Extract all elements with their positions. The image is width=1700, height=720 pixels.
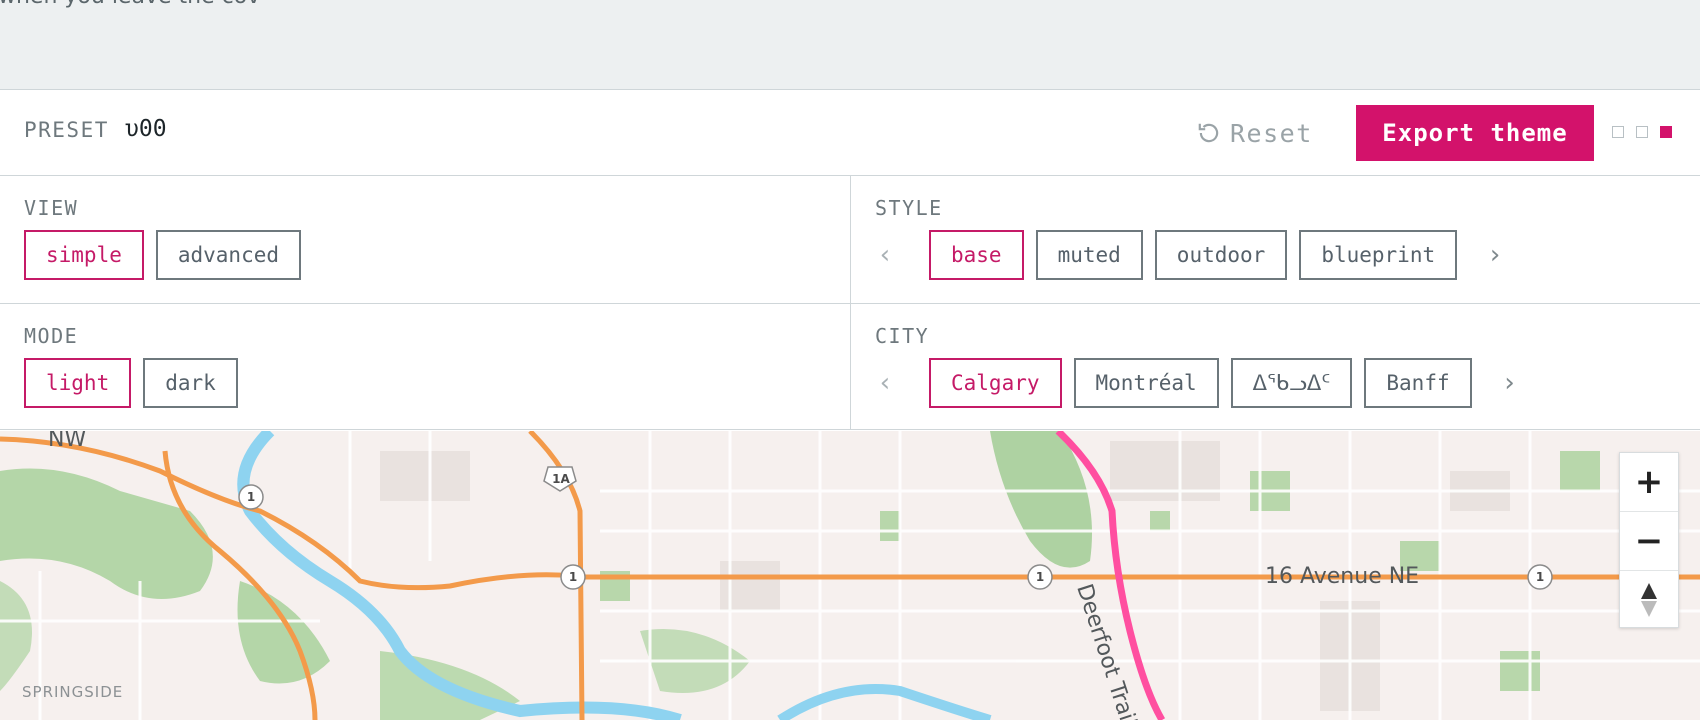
city-next-chevron-icon[interactable]: › bbox=[1490, 368, 1530, 398]
style-option-muted[interactable]: muted bbox=[1035, 230, 1143, 280]
export-theme-button[interactable]: Export theme bbox=[1356, 105, 1594, 161]
map-canvas[interactable]: 1 1A 1 1 1 NW 16 Avenue NE Deerfoot Trai… bbox=[0, 431, 1700, 720]
layout-switcher bbox=[1612, 126, 1672, 138]
compass-button[interactable] bbox=[1620, 571, 1678, 629]
shield-1-a: 1 bbox=[247, 490, 255, 504]
style-prev-chevron-icon[interactable]: ‹ bbox=[865, 240, 905, 270]
city-prev-chevron-icon[interactable]: ‹ bbox=[865, 368, 905, 398]
preset-bar: PRESET υ00 Reset Export theme bbox=[0, 90, 1700, 176]
view-option-simple[interactable]: simple bbox=[24, 230, 144, 280]
mode-option-dark[interactable]: dark bbox=[143, 358, 238, 408]
layout-option-1[interactable] bbox=[1612, 126, 1624, 138]
city-option-calgary[interactable]: Calgary bbox=[929, 358, 1062, 408]
city-panel: CITY ‹ Calgary Montréal ᐃᖃᓗᐃᑦ Banff › bbox=[851, 304, 1700, 430]
city-option-banff[interactable]: Banff bbox=[1364, 358, 1472, 408]
style-option-base[interactable]: base bbox=[929, 230, 1024, 280]
reset-button[interactable]: Reset bbox=[1196, 110, 1313, 156]
style-panel: STYLE ‹ base muted outdoor blueprint › bbox=[851, 176, 1700, 304]
mode-label: MODE bbox=[24, 324, 79, 348]
map-zoom-control: + − bbox=[1619, 452, 1679, 628]
preset-value[interactable]: υ00 bbox=[125, 116, 167, 142]
city-label: CITY bbox=[875, 324, 930, 348]
city-option-iqaluit[interactable]: ᐃᖃᓗᐃᑦ bbox=[1230, 358, 1353, 408]
layout-option-2[interactable] bbox=[1636, 126, 1648, 138]
shield-1-d: 1 bbox=[1536, 570, 1544, 584]
mode-option-light[interactable]: light bbox=[24, 358, 132, 408]
city-option-montreal[interactable]: Montréal bbox=[1073, 358, 1219, 408]
shield-1-c: 1 bbox=[1036, 570, 1044, 584]
view-panel: VIEW simple advanced bbox=[0, 176, 851, 304]
reset-label: Reset bbox=[1230, 118, 1313, 148]
header-description-text: when you leave the cov bbox=[0, 0, 260, 9]
view-label: VIEW bbox=[24, 196, 79, 220]
style-label: STYLE bbox=[875, 196, 943, 220]
zoom-out-button[interactable]: − bbox=[1620, 512, 1678, 571]
highway-shields: 1 1A 1 1 1 bbox=[238, 466, 1553, 590]
layout-option-3[interactable] bbox=[1660, 126, 1672, 138]
preset-label: PRESET bbox=[24, 118, 109, 142]
reset-icon bbox=[1198, 123, 1219, 143]
shield-1-b: 1 bbox=[569, 570, 577, 584]
shield-1a: 1A bbox=[552, 472, 570, 486]
zoom-in-button[interactable]: + bbox=[1620, 453, 1678, 512]
view-option-advanced[interactable]: advanced bbox=[155, 230, 302, 280]
compass-icon bbox=[1641, 583, 1657, 617]
style-option-blueprint[interactable]: blueprint bbox=[1299, 230, 1458, 280]
style-option-outdoor[interactable]: outdoor bbox=[1154, 230, 1288, 280]
mode-panel: MODE light dark bbox=[0, 304, 851, 430]
style-next-chevron-icon[interactable]: › bbox=[1475, 240, 1515, 270]
header-band: when you leave the cov bbox=[0, 0, 1700, 90]
